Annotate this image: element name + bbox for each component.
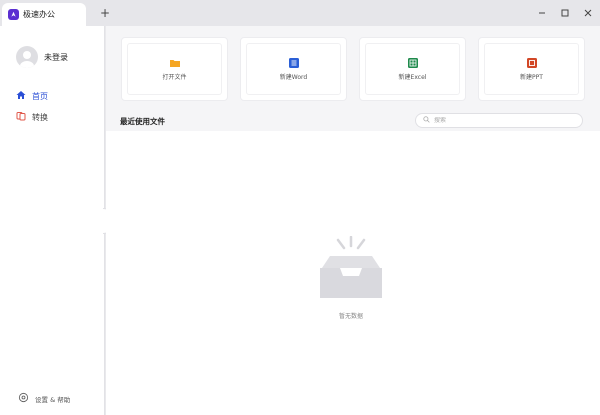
card-label: 打开文件 <box>162 74 187 81</box>
avatar <box>16 46 38 68</box>
tab-title: 极速办公 <box>23 10 55 19</box>
recent-files-title: 最近使用文件 <box>120 117 165 126</box>
search-box[interactable] <box>415 113 583 128</box>
sidebar-item-label: 首页 <box>32 91 48 101</box>
empty-inbox-icon <box>320 235 382 298</box>
search-icon <box>423 116 430 125</box>
sidebar: 未登录 首页 转换 设置 & 帮助 <box>0 26 105 415</box>
convert-icon <box>16 111 26 123</box>
open-file-card[interactable]: 打开文件 <box>121 37 228 101</box>
user-profile[interactable]: 未登录 <box>16 46 68 68</box>
empty-state-text: 暂无数据 <box>338 313 363 320</box>
settings-label: 设置 & 帮助 <box>35 395 71 404</box>
gear-icon <box>18 392 29 405</box>
ppt-icon <box>526 57 538 69</box>
new-ppt-card[interactable]: 新建PPT <box>478 37 585 101</box>
sidebar-item-home[interactable]: 首页 <box>16 90 48 102</box>
user-name: 未登录 <box>44 52 68 62</box>
sidebar-item-convert[interactable]: 转换 <box>16 111 48 123</box>
search-input[interactable] <box>434 117 574 124</box>
new-word-card[interactable]: 新建Word <box>240 37 347 101</box>
minimize-button[interactable] <box>536 7 548 19</box>
main-area: 打开文件 新建Word 新建Excel 新建PPT 最近使用文件 搜索 暂无数据 <box>106 26 600 415</box>
title-bar: 极速办公 + <box>0 0 600 26</box>
card-label: 新建PPT <box>520 74 543 81</box>
new-excel-card[interactable]: 新建Excel <box>359 37 466 101</box>
empty-state-illustration <box>316 235 386 303</box>
card-label: 新建Word <box>279 74 308 81</box>
settings-help-button[interactable]: 设置 & 帮助 <box>18 392 70 405</box>
sidebar-item-label: 转换 <box>32 112 48 122</box>
app-logo-icon <box>8 9 19 20</box>
new-tab-button[interactable]: + <box>99 6 111 20</box>
home-icon <box>16 90 26 102</box>
maximize-button[interactable] <box>559 7 571 19</box>
app-tab[interactable]: 极速办公 <box>2 3 86 26</box>
folder-icon <box>169 57 181 69</box>
card-label: 新建Excel <box>398 74 427 81</box>
close-button[interactable] <box>582 7 594 19</box>
word-icon <box>288 57 300 69</box>
excel-icon <box>407 57 419 69</box>
